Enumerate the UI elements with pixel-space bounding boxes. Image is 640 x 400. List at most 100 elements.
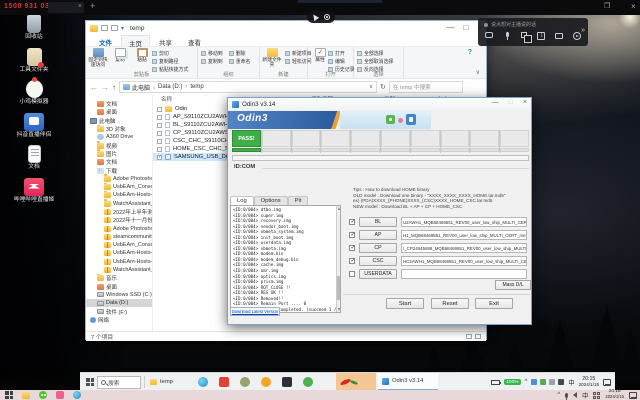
- explorer-titlebar[interactable]: ▾ temp — □ ×: [86, 21, 486, 35]
- overlay-tool-icon[interactable]: [555, 33, 563, 39]
- floating-control-pill[interactable]: [307, 11, 335, 23]
- taskbar-app-icon[interactable]: [303, 377, 313, 387]
- sidebar-item[interactable]: steamcommunity_3...: [86, 233, 152, 241]
- sidebar-item[interactable]: Data (D:): [86, 299, 152, 307]
- desktop-icon[interactable]: 工具文件夹: [6, 48, 62, 74]
- taskbar-search-input[interactable]: 搜索: [97, 376, 141, 389]
- window-tab[interactable]: ×: [48, 2, 84, 13]
- ribbon-button[interactable]: 新建文件夹: [261, 48, 283, 68]
- notification-icon[interactable]: [603, 379, 611, 386]
- taskbar-task-temp[interactable]: temp: [146, 373, 177, 391]
- desktop-icon[interactable]: 文档: [6, 145, 62, 171]
- reset-button[interactable]: Reset: [431, 298, 469, 309]
- overlay-tool-icon[interactable]: [537, 32, 545, 40]
- gear-icon[interactable]: [324, 14, 330, 20]
- desktop-icon[interactable]: 小鸡模拟器: [6, 80, 62, 106]
- ribbon-small-button[interactable]: 重命名: [229, 57, 251, 65]
- speaker-icon[interactable]: [573, 392, 577, 398]
- taskbar-app-icon[interactable]: [198, 377, 208, 387]
- desktop-icon[interactable]: 抖音直播伴侣: [6, 113, 62, 139]
- sidebar-item[interactable]: 桌面: [86, 283, 152, 291]
- sidebar-item[interactable]: 软件 (F:): [86, 307, 152, 315]
- odin-slot-button[interactable]: AP: [359, 230, 397, 240]
- taskbar-task-pepper[interactable]: [336, 373, 376, 391]
- host-taskbar-icon[interactable]: [39, 391, 47, 399]
- ribbon-small-button[interactable]: 打开: [328, 49, 355, 57]
- menu-tab[interactable]: 文件: [92, 35, 119, 46]
- maximize-icon[interactable]: ❐: [604, 2, 610, 10]
- tray-icon[interactable]: [549, 379, 555, 385]
- sidebar-item[interactable]: 2022年上半年测试...: [86, 208, 152, 216]
- forward-icon[interactable]: →: [101, 83, 109, 92]
- view-thumb-icon[interactable]: [475, 334, 481, 339]
- odin-log[interactable]: <ID:0/004> dtbo.img<ID:0/004> super.img<…: [230, 205, 341, 313]
- tab-close-icon[interactable]: ×: [78, 3, 82, 10]
- help-icon[interactable]: ?: [468, 49, 472, 56]
- sidebar-item[interactable]: 3D 对象: [86, 125, 152, 133]
- column-header-name[interactable]: 名称: [161, 95, 172, 103]
- sidebar-item[interactable]: 此电脑: [86, 117, 152, 125]
- menu-tab[interactable]: 共享: [152, 35, 179, 46]
- sidebar-item[interactable]: 2022年十一月份报...: [86, 216, 152, 224]
- host-taskbar-icon[interactable]: [22, 392, 30, 399]
- odin-tab[interactable]: Log: [230, 196, 254, 205]
- sidebar-item[interactable]: WatchAssistant_3...: [86, 266, 152, 274]
- ribbon-small-button[interactable]: 全部取消选择: [357, 57, 393, 65]
- overlay-tool-icon[interactable]: [521, 32, 527, 38]
- desktop-icon[interactable]: 哔哩哔哩直播姬: [6, 178, 62, 204]
- address-dropdown-icon[interactable]: ∨: [369, 84, 373, 90]
- odin-checkbox[interactable]: [349, 245, 355, 251]
- sidebar-item[interactable]: 文档: [86, 100, 152, 108]
- sidebar-item[interactable]: UsbEAm-Hosts-Edit...: [86, 191, 152, 199]
- odin-checkbox[interactable]: [349, 232, 355, 238]
- taskbar-app-icon[interactable]: [240, 377, 250, 387]
- microphone-icon[interactable]: [565, 393, 568, 398]
- overlay-tool-icon[interactable]: [503, 32, 511, 40]
- sidebar-item[interactable]: 网络: [86, 316, 152, 324]
- ribbon-button[interactable]: 粘贴: [131, 48, 153, 68]
- close-icon[interactable]: ×: [523, 99, 527, 106]
- file-checkbox[interactable]: [157, 139, 162, 144]
- taskbar-app-icon[interactable]: [219, 377, 229, 387]
- odin-slot-button[interactable]: CSC: [359, 256, 397, 266]
- file-checkbox[interactable]: [157, 147, 162, 152]
- odin-checkbox[interactable]: [349, 219, 355, 225]
- desktop-icon[interactable]: 回收站: [6, 15, 62, 41]
- mass-dl-button[interactable]: Mass D/L: [495, 280, 531, 290]
- sidebar-item[interactable]: 视频: [86, 141, 152, 149]
- download-latest-link[interactable]: Download Latest Version: [230, 307, 280, 316]
- overlay-tool-icon[interactable]: [485, 32, 493, 38]
- back-icon[interactable]: ←: [90, 83, 98, 92]
- taskbar-app-icon[interactable]: [261, 377, 271, 387]
- sidebar-item[interactable]: 下载: [86, 166, 152, 174]
- breadcrumb-item[interactable]: Data (D:): [158, 84, 190, 90]
- sidebar-item[interactable]: 图片: [86, 150, 152, 158]
- search-input[interactable]: 在 temp 中搜索: [389, 81, 463, 93]
- sidebar-item[interactable]: A360 Drive: [86, 133, 152, 141]
- sidebar-item[interactable]: 桌面: [86, 108, 152, 116]
- ribbon-button[interactable]: 复制: [109, 48, 131, 68]
- host-taskbar-icon[interactable]: [73, 391, 81, 399]
- log-scrollbar[interactable]: [336, 206, 340, 312]
- ribbon-small-button[interactable]: 删除: [229, 49, 251, 57]
- ribbon-small-button[interactable]: 全部选择: [357, 49, 393, 57]
- sidebar-item[interactable]: Windows SSD (C:): [86, 291, 152, 299]
- taskbar-clock[interactable]: 20:15 2024/1/15: [579, 377, 599, 388]
- breadcrumb-item[interactable]: 此电脑: [132, 83, 158, 92]
- ribbon-small-button[interactable]: 复制到: [201, 57, 223, 65]
- host-taskbar-icon[interactable]: [5, 391, 13, 399]
- odin-checkbox[interactable]: [349, 258, 355, 264]
- ribbon-small-button[interactable]: 复制路径: [152, 57, 188, 65]
- minimize-icon[interactable]: —: [446, 23, 454, 32]
- ribbon-collapse-icon[interactable]: ∨: [476, 69, 480, 76]
- ribbon-small-button[interactable]: 剪切: [152, 49, 188, 57]
- taskbar-clock[interactable]: 20:16 2024/1/15: [605, 390, 624, 400]
- tray-icon[interactable]: [540, 379, 546, 385]
- new-tab-icon[interactable]: +: [90, 1, 95, 11]
- ribbon-button[interactable]: 固定到快速访问: [87, 48, 109, 68]
- menu-tab[interactable]: 查看: [181, 35, 208, 46]
- tray-expand-icon[interactable]: ^: [525, 379, 528, 385]
- view-list-icon[interactable]: [466, 334, 472, 339]
- danmaku-input[interactable]: 说点想对主播说的话: [484, 21, 536, 28]
- breadcrumb[interactable]: 此电脑Data (D:)temp ∨: [119, 81, 377, 93]
